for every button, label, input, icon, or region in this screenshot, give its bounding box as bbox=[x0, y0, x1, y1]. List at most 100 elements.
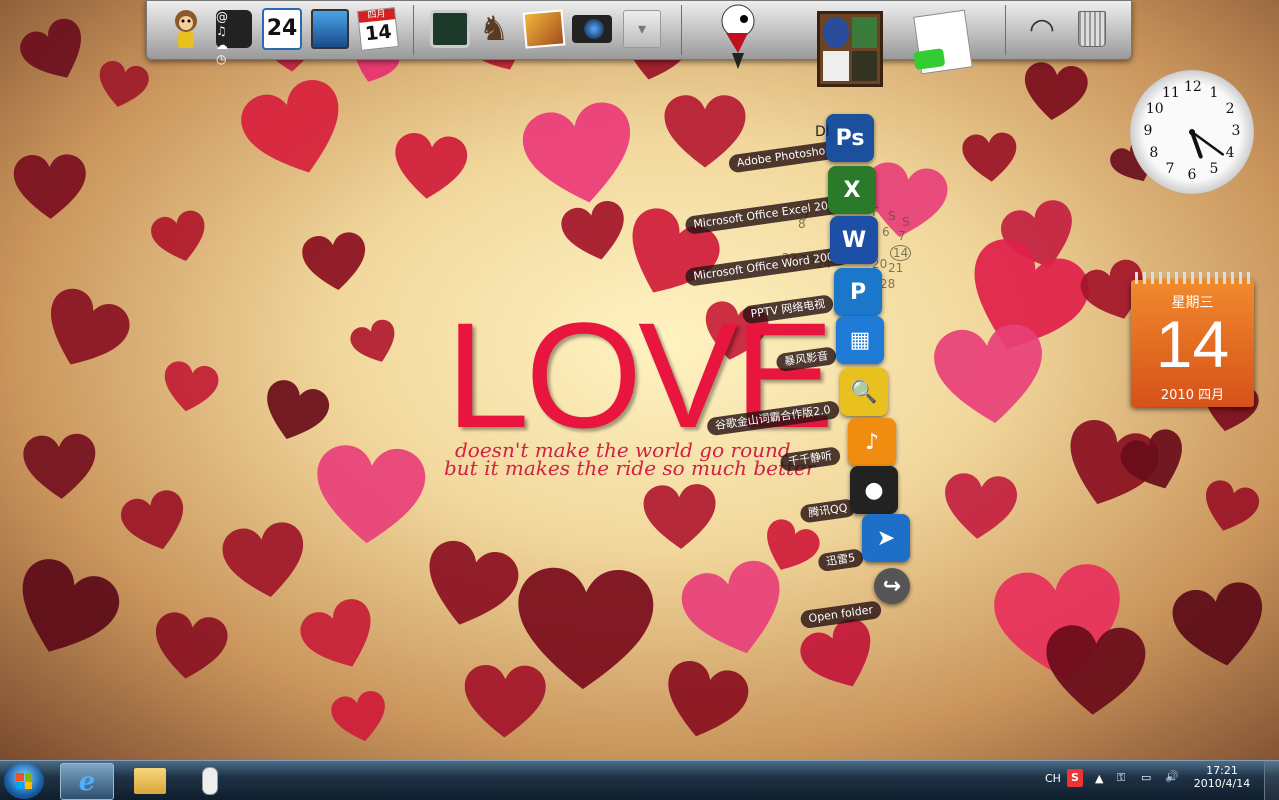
monkey-mascot-icon[interactable] bbox=[165, 7, 207, 51]
heart-decoration bbox=[214, 513, 316, 607]
bird-mascot-icon[interactable] bbox=[717, 3, 759, 73]
clock-number: 7 bbox=[1165, 161, 1175, 178]
clock-number: 8 bbox=[1149, 145, 1159, 161]
photo-gallery-icon[interactable] bbox=[522, 7, 566, 51]
heart-decoration bbox=[113, 482, 198, 562]
heart-decoration bbox=[639, 479, 721, 554]
desktop: LOVE doesn't make the world go round but… bbox=[0, 0, 1279, 760]
heart-decoration bbox=[145, 605, 234, 687]
language-indicator[interactable]: CH bbox=[1045, 772, 1061, 785]
clock-number: 11 bbox=[1162, 84, 1180, 101]
date-tile-icon[interactable]: 24 bbox=[261, 7, 303, 51]
open-folder-icon[interactable]: ↪ bbox=[874, 568, 910, 604]
heart-decoration bbox=[156, 355, 224, 419]
tray-time: 17:21 bbox=[1206, 764, 1238, 777]
heart-decoration bbox=[459, 659, 550, 742]
clock-number: 1 bbox=[1209, 84, 1219, 101]
calendar-tile-icon[interactable]: 四月 14 bbox=[357, 7, 399, 51]
taskbar-explorer[interactable] bbox=[124, 763, 176, 798]
dock-separator bbox=[413, 5, 414, 55]
show-desktop-button[interactable] bbox=[1264, 761, 1279, 800]
windows-logo-icon bbox=[16, 773, 32, 789]
calendar-day: 14 bbox=[1155, 307, 1230, 381]
clock-number: 5 bbox=[1209, 161, 1219, 178]
heart-decoration bbox=[652, 650, 759, 750]
love-headline: LOVE bbox=[446, 291, 834, 459]
heart-decoration bbox=[1194, 473, 1267, 541]
pptv-icon[interactable]: P bbox=[834, 268, 882, 316]
heart-decoration bbox=[386, 126, 473, 206]
dictionary-icon[interactable]: 🔍 bbox=[840, 368, 888, 416]
clock-number: 2 bbox=[1225, 101, 1235, 117]
chess-knight-icon[interactable]: ♞ bbox=[473, 7, 515, 51]
ttplayer-icon[interactable]: ♪ bbox=[848, 418, 896, 466]
taskbar: e CH S ▲ ⚿ ▭ 🔊 17:21 2010/4/14 bbox=[0, 760, 1279, 800]
heart-decoration bbox=[90, 55, 154, 115]
heart-decoration bbox=[18, 428, 102, 504]
clock-number: 9 bbox=[1143, 123, 1153, 139]
heart-decoration bbox=[1037, 617, 1152, 722]
system-tray: CH S ▲ ⚿ ▭ 🔊 17:21 2010/4/14 bbox=[1039, 761, 1279, 800]
heart-decoration bbox=[296, 226, 373, 297]
heart-decoration bbox=[28, 276, 142, 386]
heart-decoration bbox=[227, 65, 362, 193]
heart-decoration bbox=[958, 128, 1022, 186]
drawer-icon[interactable]: ▾ bbox=[621, 7, 663, 51]
heart-decoration bbox=[1163, 572, 1277, 678]
monitor-icon[interactable] bbox=[429, 7, 471, 51]
recycle-bin-icon[interactable] bbox=[1071, 7, 1113, 51]
excel-icon[interactable]: X bbox=[828, 166, 876, 214]
network-icon[interactable]: ▭ bbox=[1141, 771, 1151, 784]
mouse-icon bbox=[202, 766, 218, 795]
clock-center bbox=[1189, 129, 1195, 135]
heart-decoration bbox=[344, 313, 406, 372]
heart-decoration bbox=[144, 204, 215, 271]
shelf-label: Dl bbox=[815, 124, 830, 140]
dock-separator bbox=[681, 5, 682, 55]
folder-icon bbox=[134, 767, 166, 794]
rss-notes-icon[interactable] bbox=[913, 7, 973, 77]
calendar-gadget[interactable]: 星期三 14 2010 四月 bbox=[1131, 272, 1254, 407]
taskbar-mouse-app[interactable] bbox=[184, 763, 236, 798]
show-hidden-icons-button[interactable]: ▲ bbox=[1095, 772, 1103, 785]
dock-separator bbox=[1005, 5, 1006, 55]
widgets-icon[interactable]: @ ♫ ☁ ◷ bbox=[213, 7, 255, 66]
heart-decoration bbox=[925, 314, 1056, 434]
heart-decoration bbox=[325, 684, 395, 749]
stack-item-label[interactable]: 腾讯QQ bbox=[799, 498, 857, 524]
heart-decoration bbox=[937, 467, 1023, 546]
clock-area[interactable]: 17:21 2010/4/14 bbox=[1189, 764, 1255, 790]
clock-number: 12 bbox=[1184, 79, 1202, 95]
thunder-icon[interactable]: ➤ bbox=[862, 514, 910, 562]
taskbar-internet-explorer[interactable]: e bbox=[60, 763, 114, 800]
heart-decoration bbox=[10, 8, 100, 95]
heart-decoration bbox=[1016, 56, 1093, 127]
calendar-rings bbox=[1135, 272, 1250, 284]
clock-number: 6 bbox=[1187, 167, 1197, 183]
photoshop-icon[interactable]: Ps bbox=[826, 114, 874, 162]
heart-decoration bbox=[0, 544, 134, 676]
usb-icon[interactable]: ⚿ bbox=[1117, 771, 1125, 785]
baofeng-icon[interactable]: ▦ bbox=[836, 316, 884, 364]
headphones-icon[interactable]: ◠ bbox=[1021, 7, 1063, 51]
tagline-line-2: but it makes the ride so much better bbox=[444, 456, 816, 480]
heart-decoration bbox=[511, 90, 649, 219]
word-icon[interactable]: W bbox=[830, 216, 878, 264]
dock-bar: @ ♫ ☁ ◷ 24 四月 14 ♞ ▾ ◠ bbox=[146, 0, 1132, 87]
qq-icon[interactable]: ● bbox=[850, 466, 898, 514]
clock-gadget[interactable]: 12 1 2 3 4 5 6 7 8 9 10 11 bbox=[1130, 70, 1254, 194]
stack-item-label[interactable]: 迅雷5 bbox=[817, 548, 865, 573]
tray-date: 2010/4/14 bbox=[1193, 777, 1251, 790]
internet-explorer-icon: e bbox=[78, 766, 96, 797]
photo-manager-icon[interactable] bbox=[309, 7, 351, 51]
heart-decoration bbox=[306, 436, 433, 552]
heart-decoration bbox=[9, 149, 90, 222]
clock-number: 3 bbox=[1231, 123, 1241, 139]
shelf-icon[interactable] bbox=[815, 9, 885, 89]
ime-indicator[interactable]: S bbox=[1067, 769, 1083, 787]
heart-decoration bbox=[289, 588, 390, 685]
camera-icon[interactable] bbox=[571, 7, 613, 51]
start-button[interactable] bbox=[4, 763, 44, 799]
volume-icon[interactable]: 🔊 bbox=[1165, 770, 1179, 783]
calendar-year-month: 2010 四月 bbox=[1160, 388, 1225, 403]
